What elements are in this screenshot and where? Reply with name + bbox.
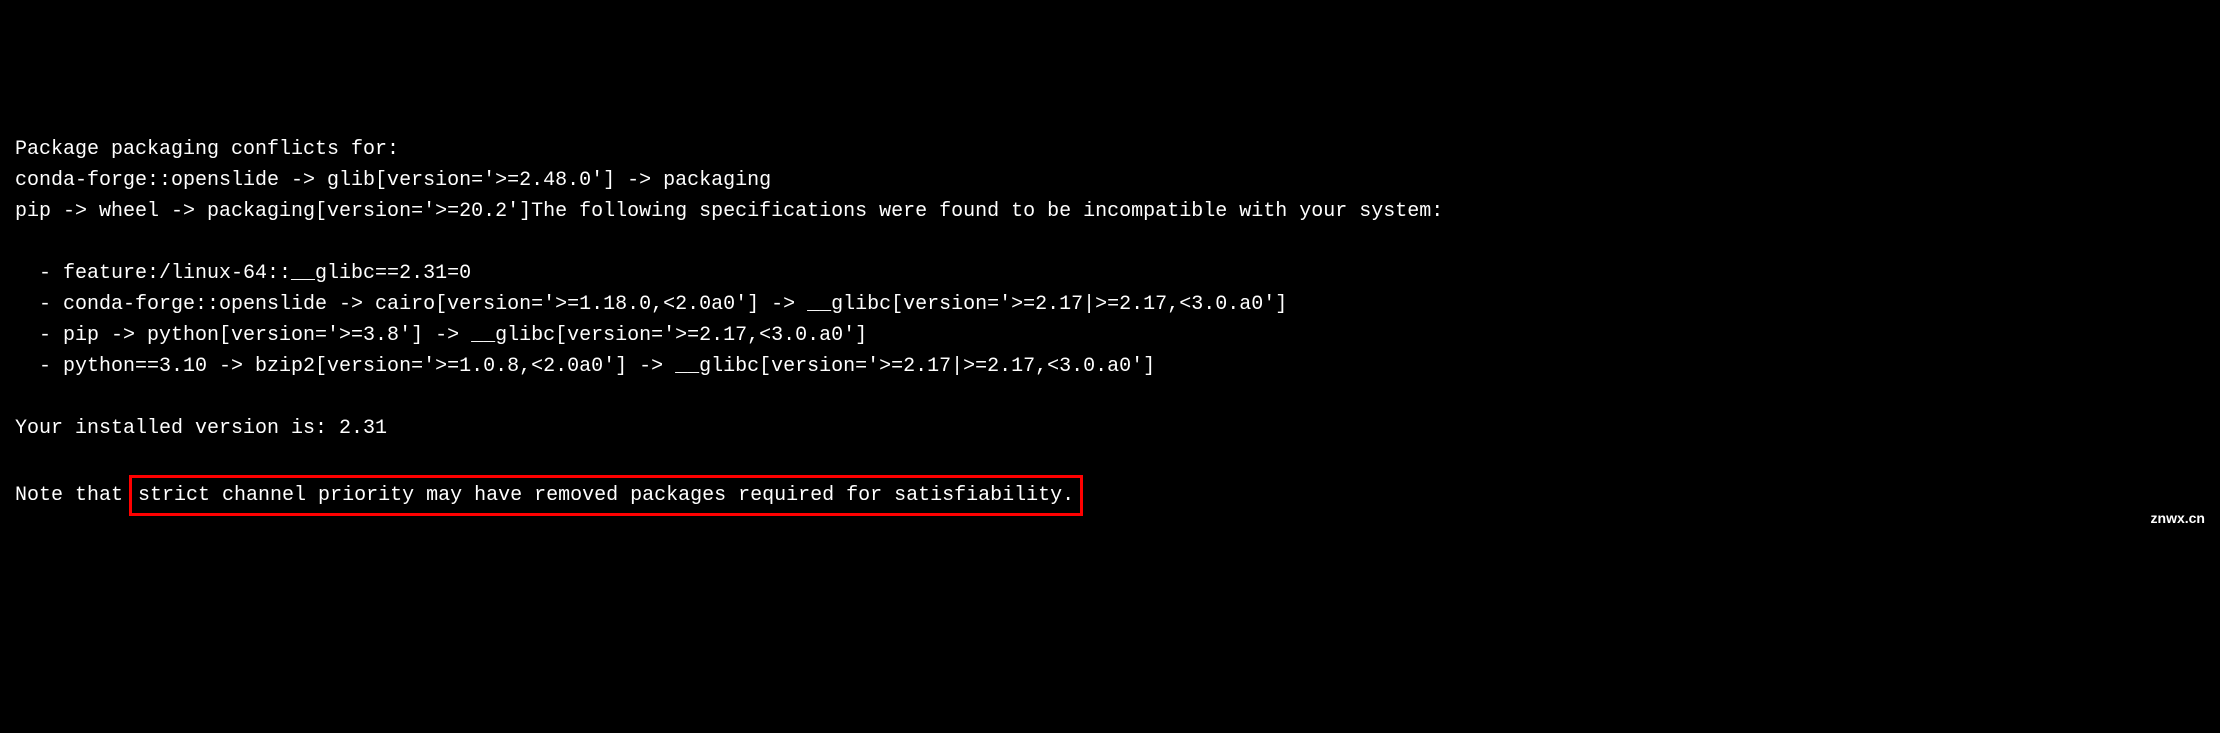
output-line: - python==3.10 -> bzip2[version='>=1.0.8… <box>15 355 1155 378</box>
note-prefix: Note that <box>15 484 135 507</box>
output-line: - conda-forge::openslide -> cairo[versio… <box>15 293 1287 316</box>
output-line: Your installed version is: 2.31 <box>15 417 387 440</box>
output-line: conda-forge::openslide -> glib[version='… <box>15 169 771 192</box>
highlighted-note: strict channel priority may have removed… <box>129 475 1083 516</box>
output-line: pip -> wheel -> packaging[version='>=20.… <box>15 200 1443 223</box>
terminal-output: Package packaging conflicts for: conda-f… <box>15 134 2205 516</box>
output-line: - feature:/linux-64::__glibc==2.31=0 <box>15 262 471 285</box>
output-line: - pip -> python[version='>=3.8'] -> __gl… <box>15 324 867 347</box>
output-line: Package packaging conflicts for: <box>15 138 399 161</box>
watermark: znwx.cn <box>2151 508 2205 530</box>
